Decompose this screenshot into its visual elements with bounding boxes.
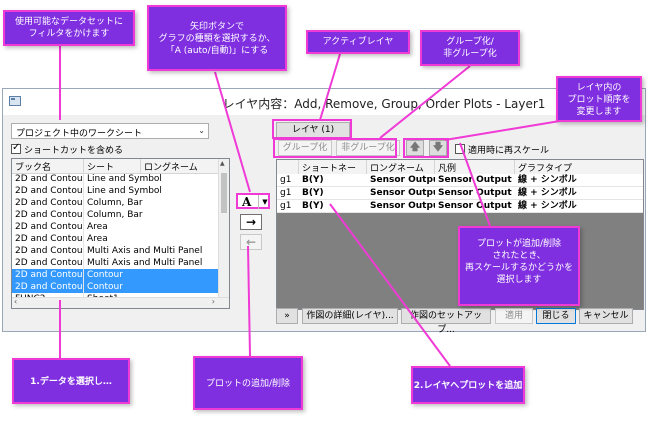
callout-step1: 1.データを選択し… [12,358,130,404]
callout-arrow-type: 矢印ボタンで グラフの種類を選択するか、 「A (auto/自動)」にする [147,5,287,71]
callout-step2: 2.レイヤへプロットを追加 [411,366,525,404]
callout-add-remove: プロットの追加/削除 [193,356,303,410]
callout-order: レイヤ内の プロット順序を 変更します [556,76,642,122]
callout-active-layer: アクティブレイヤ [306,30,410,54]
callout-group: グループ化/ 非グループ化 [420,30,520,66]
callout-rescale: プロットが追加/削除 されたとき、 再スケールするかどうかを 選択します [458,226,580,306]
callout-filter: 使用可能なデータセットに フィルタをかけます [3,10,135,46]
